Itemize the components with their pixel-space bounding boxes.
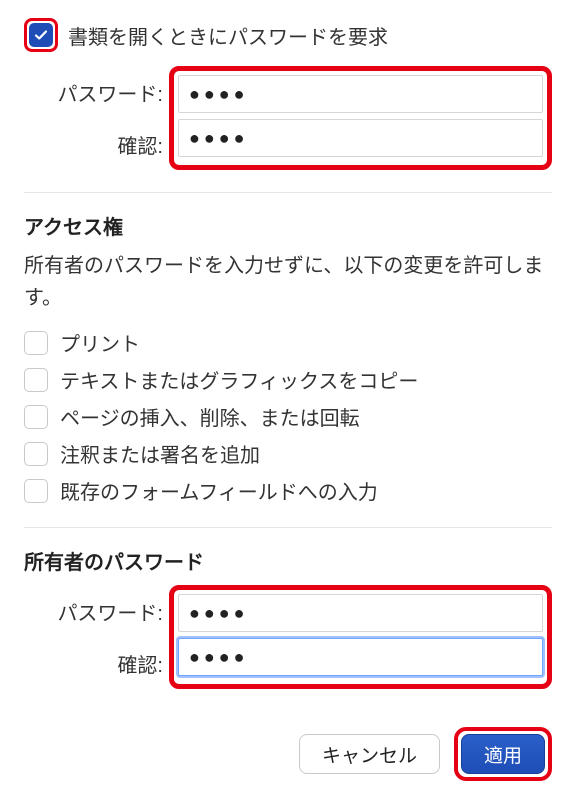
perm-form-checkbox[interactable] (24, 479, 48, 503)
divider (24, 192, 552, 193)
owner-password-label: パスワード: (24, 585, 169, 637)
perm-annot-checkbox[interactable] (24, 442, 48, 466)
perm-print-label: プリント (60, 328, 140, 357)
owner-password-value: ●●●● (189, 603, 249, 624)
open-password-value: ●●●● (189, 84, 249, 105)
require-password-label: 書類を開くときにパスワードを要求 (68, 21, 388, 50)
perm-form-label: 既存のフォームフィールドへの入力 (60, 476, 378, 505)
perm-annot-label: 注釈または署名を追加 (60, 439, 260, 468)
password-label: パスワード: (24, 66, 169, 118)
highlight-open-password-fields: ●●●● ●●●● (169, 66, 552, 170)
open-password-input[interactable]: ●●●● (178, 75, 543, 113)
open-password-confirm-input[interactable]: ●●●● (178, 119, 543, 157)
highlight-require-password (24, 18, 58, 52)
permissions-title: アクセス権 (24, 211, 552, 240)
perm-copy-checkbox[interactable] (24, 368, 48, 392)
confirm-label: 確認: (24, 118, 169, 170)
highlight-apply-button: 適用 (454, 727, 552, 781)
require-password-checkbox[interactable] (29, 23, 53, 47)
owner-confirm-label: 確認: (24, 637, 169, 689)
divider (24, 527, 552, 528)
apply-button[interactable]: 適用 (461, 734, 545, 774)
perm-pages-label: ページの挿入、削除、または回転 (60, 402, 360, 431)
owner-password-title: 所有者のパスワード (24, 546, 552, 575)
highlight-owner-password-fields: ●●●● ●●●● (169, 585, 552, 689)
permissions-description: 所有者のパスワードを入力せずに、以下の変更を許可します。 (24, 250, 552, 314)
open-password-confirm-value: ●●●● (189, 128, 249, 149)
owner-password-confirm-value: ●●●● (189, 647, 249, 668)
perm-print-checkbox[interactable] (24, 331, 48, 355)
check-icon (33, 27, 49, 43)
cancel-button[interactable]: キャンセル (299, 734, 440, 774)
owner-password-confirm-input[interactable]: ●●●● (178, 638, 543, 676)
owner-password-input[interactable]: ●●●● (178, 594, 543, 632)
perm-copy-label: テキストまたはグラフィックスをコピー (60, 365, 418, 394)
perm-pages-checkbox[interactable] (24, 405, 48, 429)
